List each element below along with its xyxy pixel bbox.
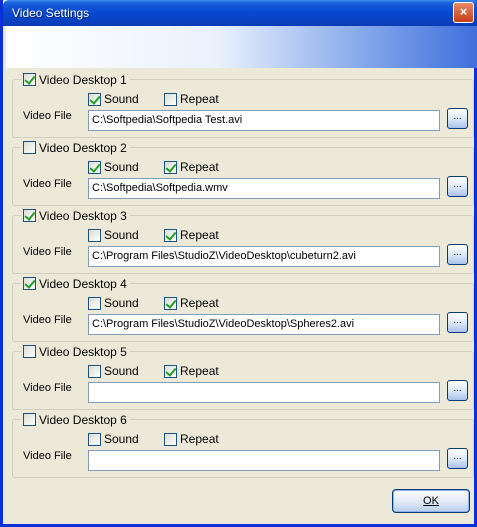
sound-label: Sound xyxy=(104,296,139,310)
sound-label: Sound xyxy=(104,92,139,106)
video-desktop-legend: Video Desktop 3 xyxy=(21,208,130,223)
close-button[interactable]: × xyxy=(453,2,474,23)
ok-button[interactable]: OK xyxy=(392,489,470,513)
video-desktop-group-6: Video Desktop 6 Sound Repeat Video File … xyxy=(12,412,474,478)
sound-label: Sound xyxy=(104,432,139,446)
video-file-path-input[interactable]: C:\Softpedia\Softpedia Test.avi xyxy=(88,110,440,131)
repeat-label: Repeat xyxy=(180,432,219,446)
sound-checkbox[interactable] xyxy=(88,432,101,446)
title-bar[interactable]: Video Settings × xyxy=(3,0,477,26)
video-desktop-group-4: Video Desktop 4 Sound Repeat Video File … xyxy=(12,276,474,342)
video-desktop-group-1: Video Desktop 1 Sound Repeat Video File … xyxy=(12,72,474,138)
browse-button[interactable]: ... xyxy=(447,448,468,469)
repeat-option: Repeat xyxy=(164,228,219,242)
sound-checkbox[interactable] xyxy=(88,296,101,310)
repeat-label: Repeat xyxy=(180,364,219,378)
sound-label: Sound xyxy=(104,160,139,174)
repeat-label: Repeat xyxy=(180,296,219,310)
video-file-label: Video File xyxy=(23,246,72,258)
video-desktop-legend: Video Desktop 2 xyxy=(21,140,130,155)
repeat-option: Repeat xyxy=(164,296,219,310)
enable-desktop-checkbox[interactable] xyxy=(23,413,36,426)
video-file-path-input[interactable]: C:\Softpedia\Softpedia.wmv xyxy=(88,178,440,199)
video-file-path-input[interactable] xyxy=(88,382,440,403)
enable-desktop-checkbox[interactable] xyxy=(23,73,36,86)
desktop-title: Video Desktop 5 xyxy=(39,344,127,359)
video-desktop-group-5: Video Desktop 5 Sound Repeat Video File … xyxy=(12,344,474,410)
browse-button[interactable]: ... xyxy=(447,312,468,333)
video-file-label: Video File xyxy=(23,450,72,462)
sound-option: Sound xyxy=(88,432,139,446)
sound-option: Sound xyxy=(88,228,139,242)
repeat-checkbox[interactable] xyxy=(164,432,177,446)
repeat-checkbox[interactable] xyxy=(164,364,177,378)
desktop-title: Video Desktop 1 xyxy=(39,72,127,87)
sound-checkbox[interactable] xyxy=(88,160,101,174)
repeat-checkbox[interactable] xyxy=(164,228,177,242)
video-file-label: Video File xyxy=(23,314,72,326)
sound-option: Sound xyxy=(88,296,139,310)
sound-label: Sound xyxy=(104,364,139,378)
enable-desktop-checkbox[interactable] xyxy=(23,277,36,290)
repeat-checkbox[interactable] xyxy=(164,160,177,174)
desktop-title: Video Desktop 3 xyxy=(39,208,127,223)
browse-button[interactable]: ... xyxy=(447,108,468,129)
desktop-title: Video Desktop 2 xyxy=(39,140,127,155)
repeat-option: Repeat xyxy=(164,432,219,446)
video-file-label: Video File xyxy=(23,110,72,122)
repeat-checkbox[interactable] xyxy=(164,296,177,310)
enable-desktop-checkbox[interactable] xyxy=(23,345,36,358)
repeat-option: Repeat xyxy=(164,364,219,378)
enable-desktop-checkbox[interactable] xyxy=(23,209,36,222)
sound-checkbox[interactable] xyxy=(88,228,101,242)
video-file-path-input[interactable]: C:\Program Files\StudioZ\VideoDesktop\cu… xyxy=(88,246,440,267)
video-file-path-input[interactable] xyxy=(88,450,440,471)
video-desktop-group-3: Video Desktop 3 Sound Repeat Video File … xyxy=(12,208,474,274)
desktop-title: Video Desktop 6 xyxy=(39,412,127,427)
sound-checkbox[interactable] xyxy=(88,364,101,378)
enable-desktop-checkbox[interactable] xyxy=(23,141,36,154)
ok-button-label: OK xyxy=(423,495,439,507)
repeat-label: Repeat xyxy=(180,160,219,174)
video-desktop-group-2: Video Desktop 2 Sound Repeat Video File … xyxy=(12,140,474,206)
sound-option: Sound xyxy=(88,364,139,378)
repeat-option: Repeat xyxy=(164,92,219,106)
sound-label: Sound xyxy=(104,228,139,242)
repeat-label: Repeat xyxy=(180,92,219,106)
video-settings-window: Video Settings × Video Desktop 1 Sound R… xyxy=(0,0,477,527)
sound-option: Sound xyxy=(88,160,139,174)
video-desktop-legend: Video Desktop 6 xyxy=(21,412,130,427)
repeat-option: Repeat xyxy=(164,160,219,174)
video-desktop-legend: Video Desktop 1 xyxy=(21,72,130,87)
video-desktop-legend: Video Desktop 5 xyxy=(21,344,130,359)
window-title: Video Settings xyxy=(12,6,90,20)
browse-button[interactable]: ... xyxy=(447,176,468,197)
header-banner xyxy=(6,26,477,68)
sound-option: Sound xyxy=(88,92,139,106)
browse-button[interactable]: ... xyxy=(447,380,468,401)
browse-button[interactable]: ... xyxy=(447,244,468,265)
repeat-checkbox[interactable] xyxy=(164,92,177,106)
sound-checkbox[interactable] xyxy=(88,92,101,106)
repeat-label: Repeat xyxy=(180,228,219,242)
video-desktop-legend: Video Desktop 4 xyxy=(21,276,130,291)
video-file-label: Video File xyxy=(23,382,72,394)
video-file-path-input[interactable]: C:\Program Files\StudioZ\VideoDesktop\Sp… xyxy=(88,314,440,335)
desktop-title: Video Desktop 4 xyxy=(39,276,127,291)
video-file-label: Video File xyxy=(23,178,72,190)
